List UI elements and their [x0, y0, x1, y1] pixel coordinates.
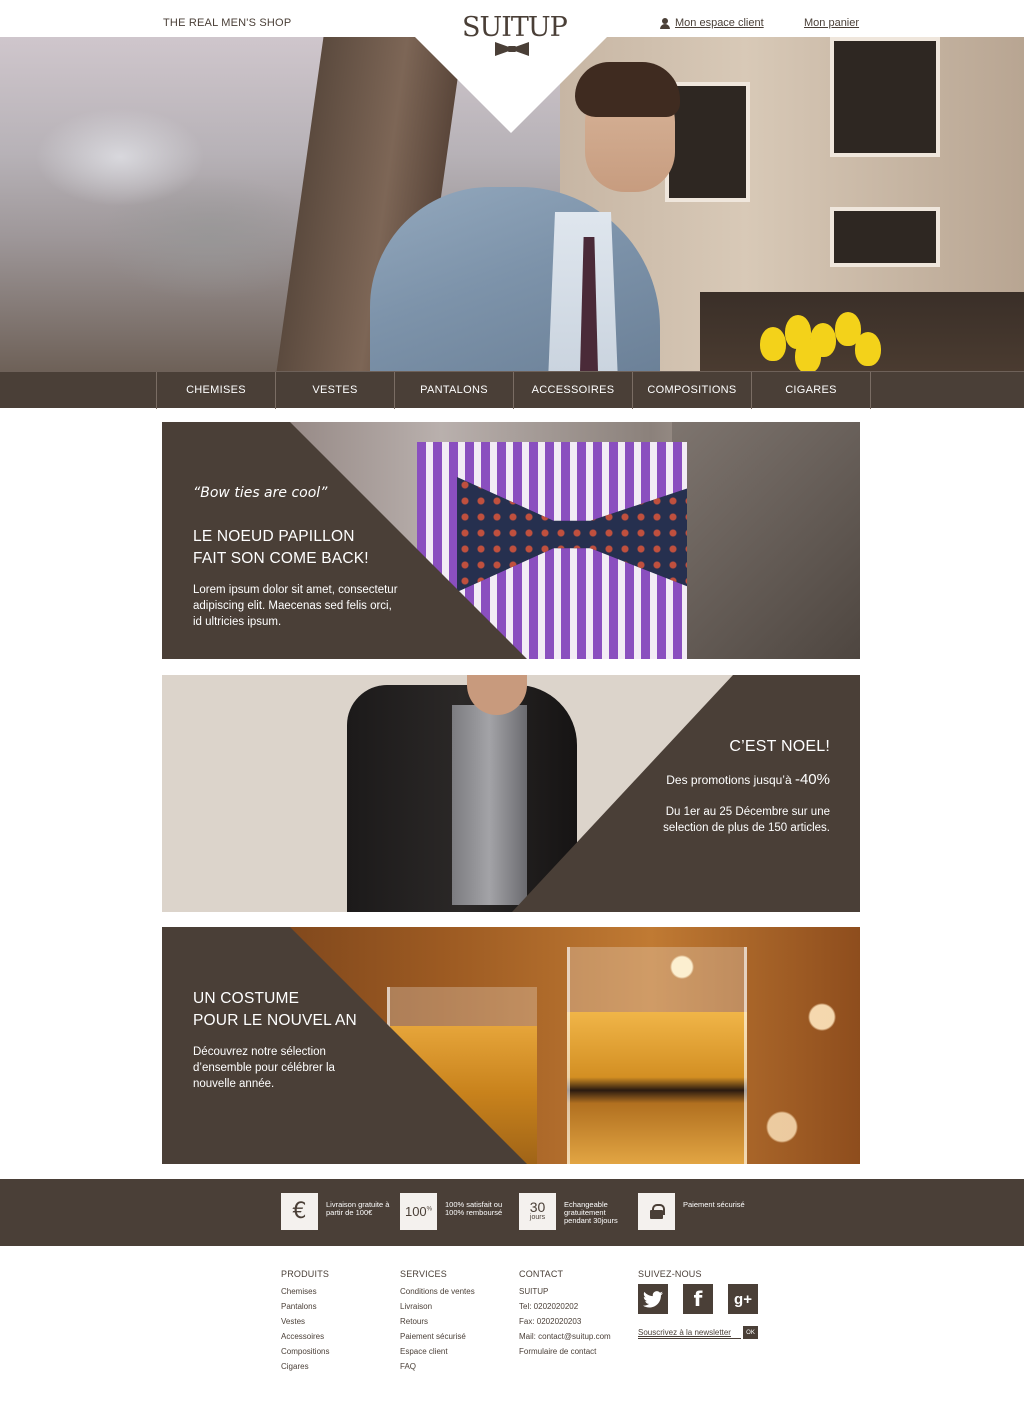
contact-form-link[interactable]: Formulaire de contact — [519, 1344, 611, 1359]
banner-noel-promo-prefix: Des promotions jusqu’à — [666, 773, 795, 787]
footer-link[interactable]: Livraison — [400, 1299, 475, 1314]
banner-noel-shirt — [452, 705, 527, 905]
footer-col-social: SUIVEZ-NOUS f g+ Souscrivez à la newslet… — [638, 1269, 758, 1339]
contact-company: SUITUP — [519, 1287, 549, 1296]
cart-link[interactable]: Mon panier — [804, 17, 859, 29]
social-links: f g+ — [638, 1284, 758, 1314]
hero-window — [830, 37, 940, 157]
banner-bowtie-title-line2: FAIT SON COME BACK! — [193, 550, 369, 567]
features-strip: € Livraison gratuite à partir de 100€ 10… — [0, 1179, 1024, 1246]
facebook-icon[interactable]: f — [683, 1284, 713, 1314]
banner-bowtie-body: Lorem ipsum dolor sit amet, consectetur … — [193, 584, 398, 628]
account-link[interactable]: Mon espace client — [660, 17, 764, 29]
banner-nouvel-an-body: Découvrez notre sélection d’ensemble pou… — [193, 1046, 335, 1090]
footer-link[interactable]: Conditions de ventes — [400, 1284, 475, 1299]
footer-link[interactable]: Pantalons — [281, 1299, 329, 1314]
banner-bowtie-title-line1: LE NOEUD PAPILLON — [193, 528, 355, 545]
newsletter-ok-button[interactable]: OK — [743, 1326, 758, 1339]
logo-text: SUITUP — [462, 12, 568, 43]
euro-icon: € — [281, 1193, 318, 1230]
contact-email[interactable]: Mail: contact@suitup.com — [519, 1329, 611, 1344]
footer-link[interactable]: Paiement sécurisé — [400, 1329, 475, 1344]
newsletter-form: Souscrivez à la newsletter OK — [638, 1326, 758, 1339]
contact-phone: Tel: 0202020202 — [519, 1302, 579, 1311]
nav-item-chemises[interactable]: CHEMISES — [157, 372, 276, 409]
user-icon — [660, 17, 670, 29]
banner-bowtie[interactable]: “Bow ties are cool” LE NOEUD PAPILLON FA… — [162, 422, 860, 659]
banner-bowtie-jacket — [672, 422, 860, 659]
footer-link[interactable]: Vestes — [281, 1314, 329, 1329]
nav-item-compositions[interactable]: COMPOSITIONS — [633, 372, 752, 409]
footer-col-contact: CONTACT SUITUP Tel: 0202020202 Fax: 0202… — [519, 1269, 611, 1359]
footer-link[interactable]: Chemises — [281, 1284, 329, 1299]
footer-col-title: SUIVEZ-NOUS — [638, 1269, 702, 1279]
footer-col-title: PRODUITS — [281, 1269, 330, 1279]
account-link-label: Mon espace client — [675, 17, 764, 29]
contact-fax: Fax: 0202020203 — [519, 1317, 582, 1326]
banner-bowtie-quote: “Bow ties are cool” — [193, 485, 328, 501]
footer-link[interactable]: Retours — [400, 1314, 475, 1329]
feature-satisfaction: 100% 100% satisfait ou 100% remboursé — [400, 1193, 515, 1230]
feature-text: Echangeable gratuitement pendant 30jours — [564, 1200, 618, 1225]
footer-link[interactable]: Espace client — [400, 1344, 475, 1359]
feature-exchange: 30 jours Echangeable gratuitement pendant… — [519, 1193, 634, 1230]
hero-window — [830, 207, 940, 267]
banner-nouvel-an[interactable]: UN COSTUME POUR LE NOUVEL AN Découvrez n… — [162, 927, 860, 1164]
main-nav: CHEMISES VESTES PANTALONS ACCESSOIRES CO… — [0, 371, 1024, 409]
google-plus-icon[interactable]: g+ — [728, 1284, 758, 1314]
calendar-icon: 30 jours — [519, 1193, 556, 1230]
banner-noel[interactable]: C’EST NOEL! Des promotions jusqu’à -40% … — [162, 675, 860, 912]
footer-col-produits: PRODUITS Chemises Pantalons Vestes Acces… — [281, 1269, 329, 1374]
lock-icon — [638, 1193, 675, 1230]
banner-nouvel-an-title-line1: UN COSTUME — [193, 990, 300, 1007]
feature-free-delivery: € Livraison gratuite à partir de 100€ — [281, 1193, 396, 1230]
newsletter-input[interactable]: Souscrivez à la newsletter — [638, 1328, 741, 1339]
nav-item-accessoires[interactable]: ACCESSOIRES — [514, 372, 633, 409]
hero-flowers — [740, 307, 890, 371]
tagline: THE REAL MEN'S SHOP — [163, 17, 292, 29]
footer-col-services: SERVICES Conditions de ventes Livraison … — [400, 1269, 475, 1374]
footer-link[interactable]: FAQ — [400, 1359, 475, 1374]
nav-item-cigares[interactable]: CIGARES — [752, 372, 871, 409]
feature-secure-payment: Paiement sécurisé — [638, 1193, 753, 1230]
footer-col-title: CONTACT — [519, 1269, 564, 1279]
feature-text: Livraison gratuite à partir de 100€ — [326, 1200, 390, 1217]
banner-noel-promo-value: -40% — [794, 771, 830, 788]
banner-nouvel-an-title-line2: POUR LE NOUVEL AN — [193, 1012, 357, 1029]
footer: PRODUITS Chemises Pantalons Vestes Acces… — [0, 1246, 1024, 1417]
footer-link[interactable]: Compositions — [281, 1344, 329, 1359]
footer-col-title: SERVICES — [400, 1269, 447, 1279]
percent-icon: 100% — [400, 1193, 437, 1230]
banner-nouvel-an-glass — [567, 947, 747, 1164]
nav-item-vestes[interactable]: VESTES — [276, 372, 395, 409]
banner-noel-title: C’EST NOEL! — [729, 738, 830, 755]
logo[interactable]: SUITUP — [462, 12, 568, 56]
feature-text: Paiement sécurisé — [683, 1200, 745, 1209]
banner-bowtie-title: LE NOEUD PAPILLON FAIT SON COME BACK! — [193, 526, 413, 570]
footer-link[interactable]: Accessoires — [281, 1329, 329, 1344]
banner-noel-body: Du 1er au 25 Décembre sur une selection … — [663, 806, 830, 834]
bowtie-icon — [495, 42, 529, 56]
feature-text: 100% satisfait ou 100% remboursé — [445, 1200, 503, 1217]
footer-link[interactable]: Cigares — [281, 1359, 329, 1374]
banner-nouvel-an-title: UN COSTUME POUR LE NOUVEL AN — [193, 988, 413, 1032]
twitter-icon[interactable] — [638, 1284, 668, 1314]
banner-noel-promo: Des promotions jusqu’à -40% — [666, 771, 830, 788]
nav-item-pantalons[interactable]: PANTALONS — [395, 372, 514, 409]
